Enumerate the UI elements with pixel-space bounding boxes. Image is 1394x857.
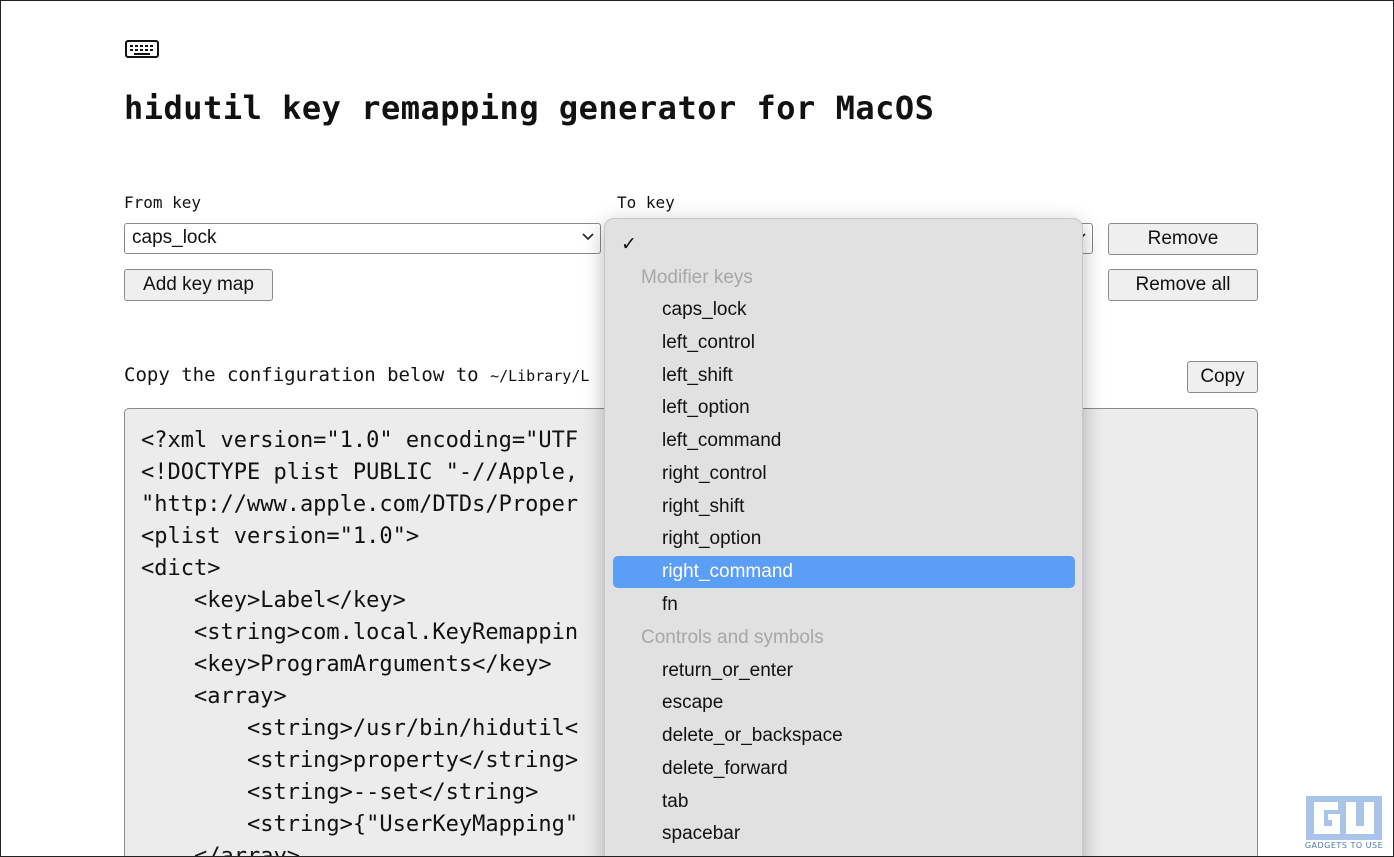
menu-item-escape[interactable]: escape bbox=[613, 687, 1075, 719]
menu-item-tab[interactable]: tab bbox=[613, 786, 1075, 818]
menu-item-left-shift[interactable]: left_shift bbox=[613, 360, 1075, 392]
code-line: <dict> bbox=[141, 556, 221, 581]
menu-item-right-control[interactable]: right_control bbox=[613, 458, 1075, 490]
copy-button[interactable]: Copy bbox=[1187, 361, 1258, 393]
chevron-down-icon bbox=[582, 233, 594, 241]
from-key-select[interactable]: caps_lock bbox=[124, 223, 601, 254]
menu-item-return-or-enter[interactable]: return_or_enter bbox=[613, 655, 1075, 687]
checkmark-icon: ✓ bbox=[621, 234, 637, 255]
config-path: ~/Library/L bbox=[490, 367, 590, 385]
add-key-map-button[interactable]: Add key map bbox=[124, 269, 273, 301]
remove-all-button[interactable]: Remove all bbox=[1108, 269, 1258, 301]
page-title: hidutil key remapping generator for MacO… bbox=[124, 89, 935, 127]
page-frame: hidutil key remapping generator for MacO… bbox=[0, 0, 1394, 857]
code-line: <?xml version="1.0" encoding="UTF bbox=[141, 428, 579, 453]
code-line: <key>ProgramArguments</key> bbox=[141, 652, 552, 677]
menu-item-right-command[interactable]: right_command bbox=[613, 556, 1075, 588]
code-line: <string>--set</string> bbox=[141, 780, 539, 805]
code-line: <plist version="1.0"> bbox=[141, 524, 420, 549]
menu-item-left-control[interactable]: left_control bbox=[613, 327, 1075, 359]
to-key-label: To key bbox=[617, 193, 675, 212]
menu-item-right-shift[interactable]: right_shift bbox=[613, 491, 1075, 523]
code-line: </array> bbox=[141, 844, 300, 857]
code-line: <string>com.local.KeyRemappin bbox=[141, 620, 579, 645]
group-label-controls-and-symbols: Controls and symbols bbox=[641, 627, 824, 648]
keyboard-icon bbox=[125, 40, 159, 58]
code-line: <!DOCTYPE plist PUBLIC "-//Apple, bbox=[141, 460, 579, 485]
menu-item-right-option[interactable]: right_option bbox=[613, 523, 1075, 555]
remove-button[interactable]: Remove bbox=[1108, 223, 1258, 255]
copy-instruction: Copy the configuration below to ~/Librar… bbox=[124, 364, 589, 386]
watermark-text: GADGETS TO USE bbox=[1304, 841, 1384, 850]
menu-item-spacebar[interactable]: spacebar bbox=[613, 818, 1075, 850]
copy-instruction-text: Copy the configuration below to bbox=[124, 364, 479, 386]
code-line: <array> bbox=[141, 684, 287, 709]
menu-item-fn[interactable]: fn bbox=[613, 589, 1075, 621]
menu-item-caps-lock[interactable]: caps_lock bbox=[613, 294, 1075, 326]
menu-item-left-command[interactable]: left_command bbox=[613, 425, 1075, 457]
code-line: <string>property</string> bbox=[141, 748, 579, 773]
code-line: "http://www.apple.com/DTDs/Proper bbox=[141, 492, 579, 517]
to-key-dropdown-menu[interactable]: ✓ Modifier keys caps_lock left_control l… bbox=[604, 218, 1083, 856]
menu-item-left-option[interactable]: left_option bbox=[613, 392, 1075, 424]
menu-item-delete-forward[interactable]: delete_forward bbox=[613, 753, 1075, 785]
menu-item-delete-or-backspace[interactable]: delete_or_backspace bbox=[613, 720, 1075, 752]
code-line: <string>/usr/bin/hidutil< bbox=[141, 716, 579, 741]
code-line: <string>{"UserKeyMapping" bbox=[141, 812, 579, 837]
code-line: <key>Label</key> bbox=[141, 588, 406, 613]
group-label-modifier-keys: Modifier keys bbox=[641, 267, 753, 288]
from-key-label: From key bbox=[124, 193, 202, 212]
from-key-value: caps_lock bbox=[132, 227, 217, 248]
